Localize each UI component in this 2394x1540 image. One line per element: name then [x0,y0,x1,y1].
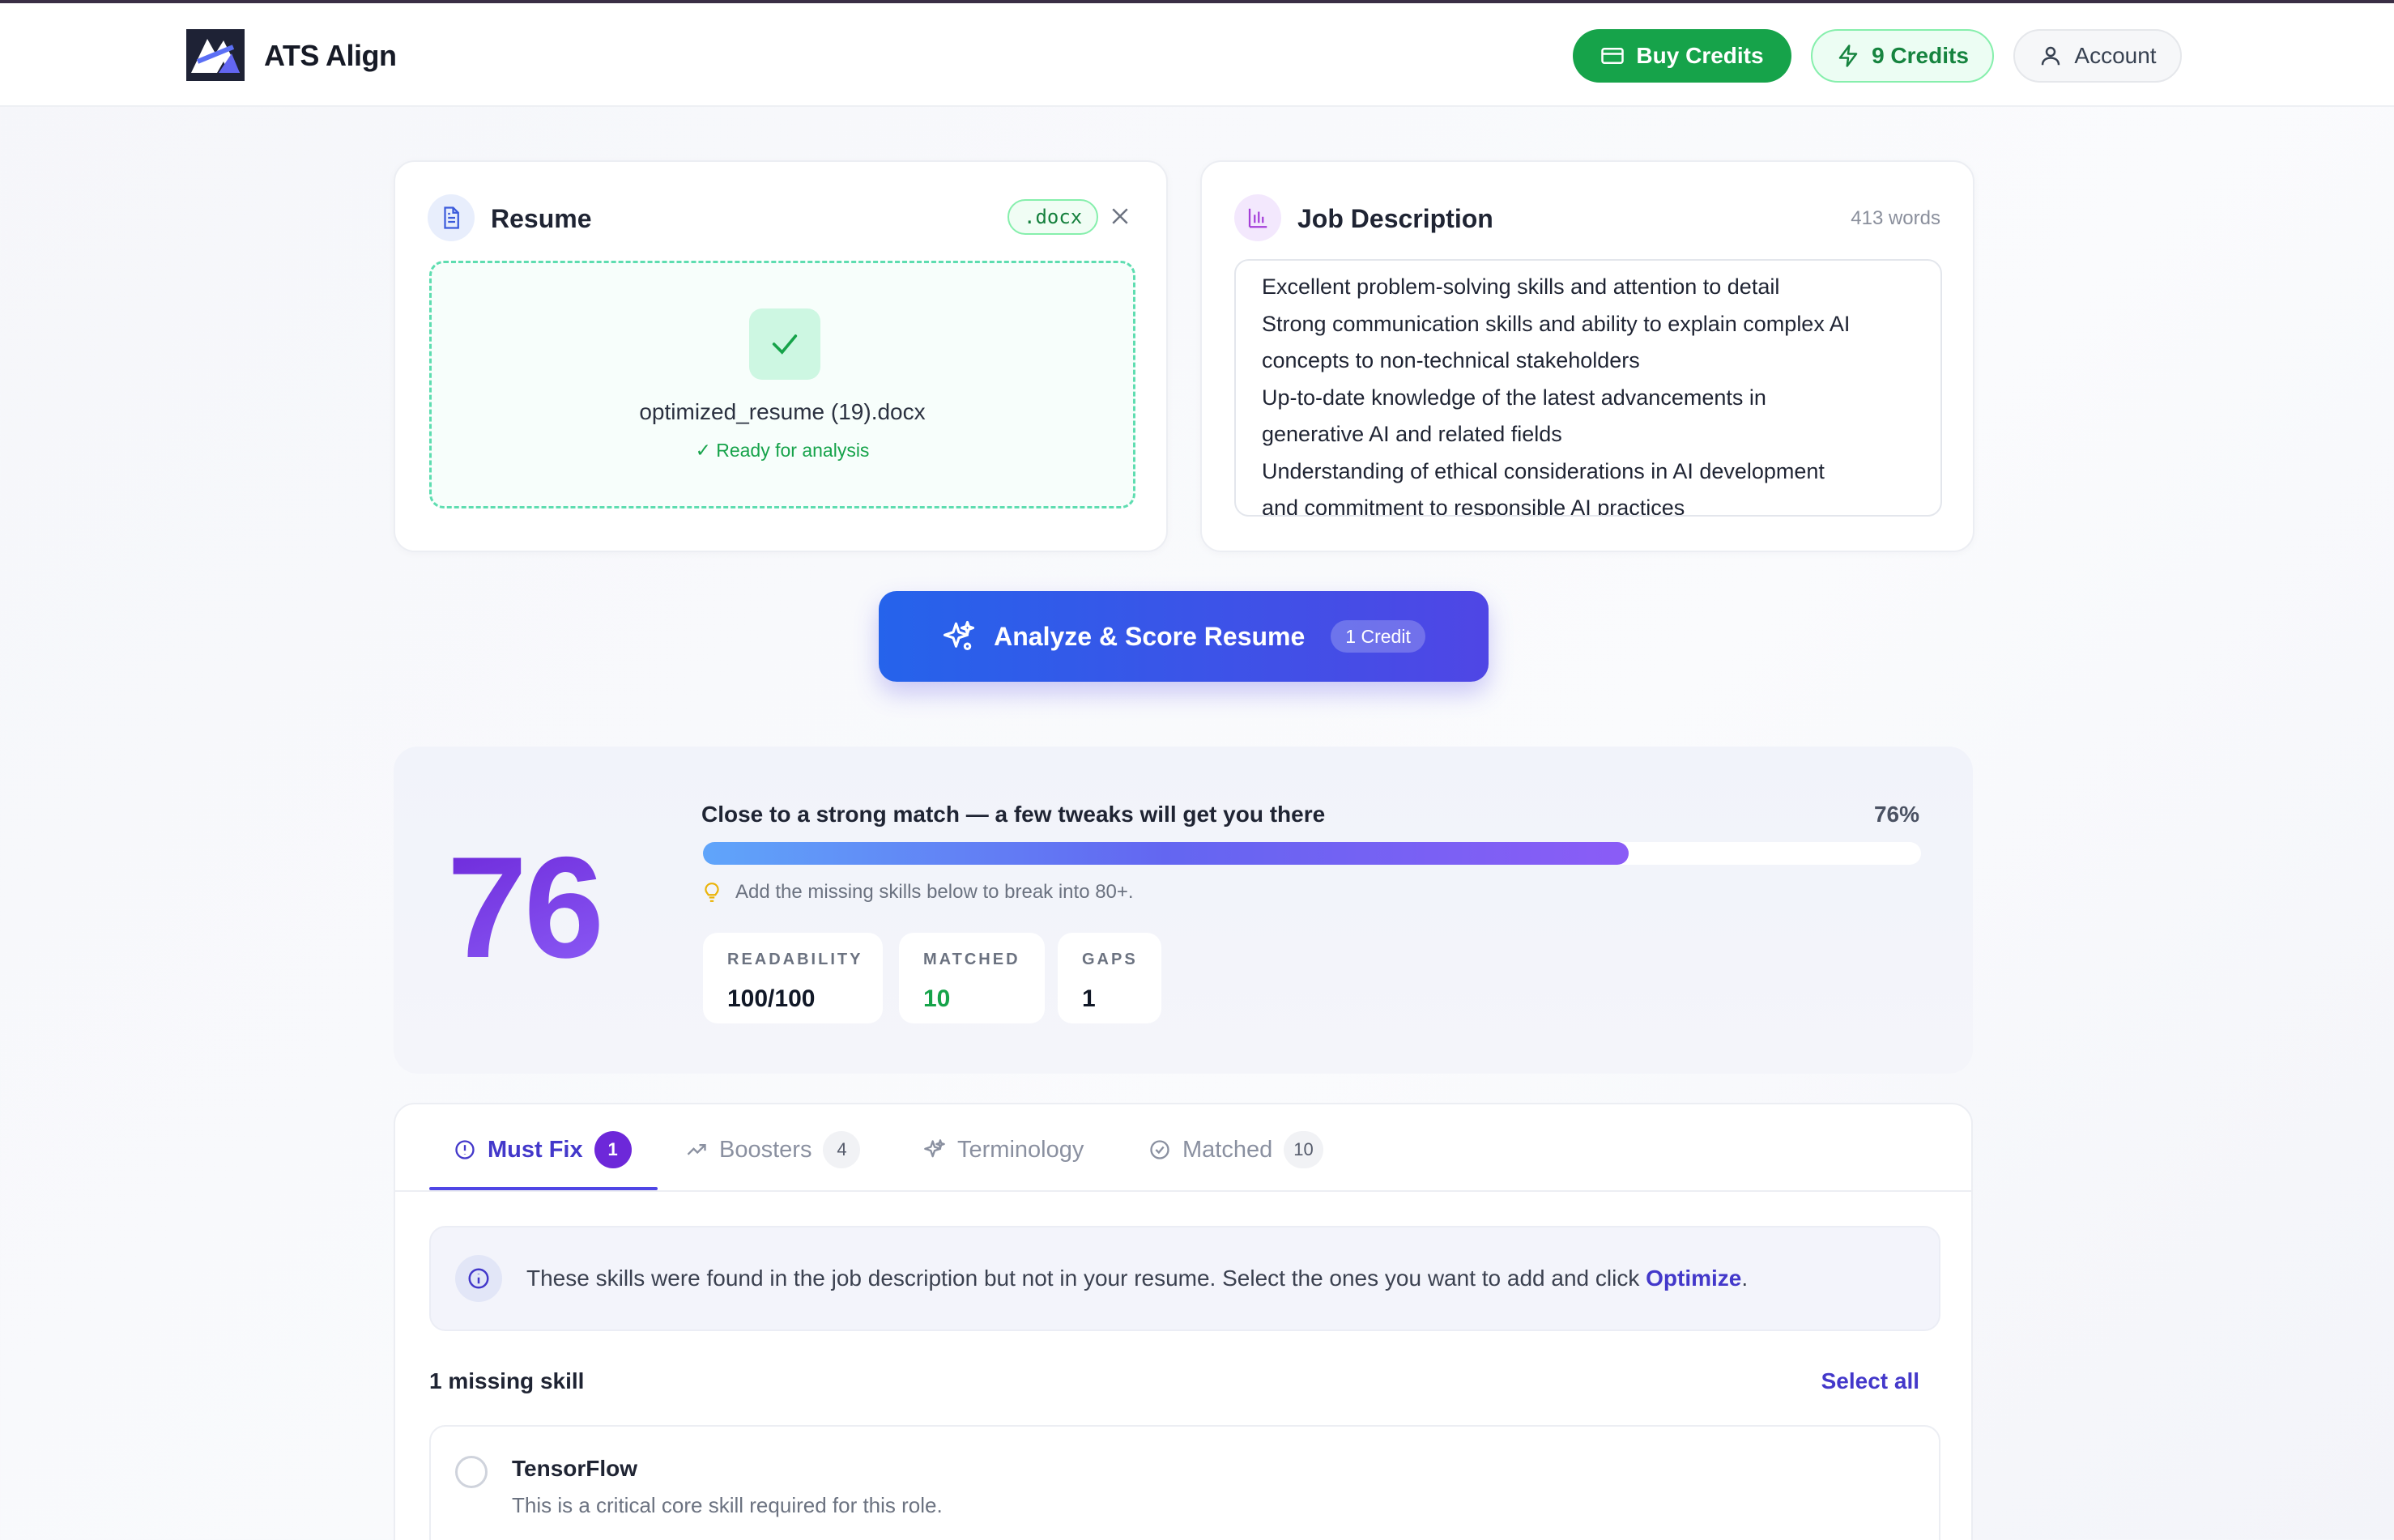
score-progress-bar [703,842,1921,865]
resume-title: Resume [491,204,592,233]
ats-align-logo-icon[interactable] [186,29,245,81]
results-tabs: Must Fix 1 Boosters 4 Terminology Matche… [395,1104,1971,1192]
buy-credits-button[interactable]: Buy Credits [1573,29,1791,83]
tab-must-fix-label: Must Fix [488,1136,583,1163]
tab-terminology[interactable]: Terminology [923,1129,1084,1171]
info-banner: These skills were found in the job descr… [429,1226,1940,1331]
matched-stat: MATCHED 10 [899,933,1045,1023]
resume-file-name: optimized_resume (19).docx [639,399,926,424]
tab-terminology-label: Terminology [957,1136,1084,1163]
account-label: Account [2074,43,2157,68]
info-icon-wrap [455,1255,502,1302]
jd-line: generative AI and related fields [1262,422,1562,446]
matched-label: MATCHED [923,951,1020,968]
matched-value: 10 [923,985,951,1012]
job-description-textarea[interactable]: Excellent problem-solving skills and att… [1234,259,1942,517]
close-icon[interactable] [1108,204,1132,228]
info-text-end: . [1741,1266,1749,1291]
resume-status: ✓ Ready for analysis [695,440,870,461]
app-header: ATS Align Buy Credits 9 Credits Account [0,3,2394,107]
document-icon [444,206,459,229]
tab-matched-count: 10 [1284,1131,1323,1168]
score-panel: 76 Close to a strong match — a few tweak… [394,747,1973,1074]
gaps-value: 1 [1082,985,1096,1012]
readability-value: 100/100 [727,985,816,1012]
tab-must-fix-count: 1 [594,1131,632,1168]
analyze-label: Analyze & Score Resume [994,621,1306,651]
account-button[interactable]: Account [2013,29,2182,83]
score-tip-text: Add the missing skills below to break in… [735,881,1134,903]
lightning-icon [1838,45,1858,67]
score-percent: 76% [1873,802,1919,827]
tab-matched-label: Matched [1182,1136,1273,1163]
sparkles-icon [944,620,975,650]
jd-line: Excellent problem-solving skills and att… [1262,274,1780,299]
info-text-body: These skills were found in the job descr… [526,1266,1646,1291]
jd-line: concepts to non-technical stakeholders [1262,348,1640,372]
readability-label: READABILITY [727,951,863,968]
alert-circle-icon [455,1140,475,1159]
upload-success-badge [749,308,820,380]
jd-line: and commitment to responsible AI practic… [1262,496,1685,517]
info-icon [468,1268,489,1289]
user-icon [2042,46,2060,66]
check-circle-icon [1150,1140,1169,1159]
word-count: 413 words [1851,207,1940,229]
trending-up-icon [687,1144,706,1155]
tab-boosters-count: 4 [823,1131,861,1168]
tab-boosters-label: Boosters [719,1136,812,1163]
lightbulb-icon [705,883,719,902]
skill-name: TensorFlow [512,1456,638,1481]
readability-stat: READABILITY 100/100 [703,933,883,1023]
credits-balance-button[interactable]: 9 Credits [1811,29,1994,83]
tab-boosters[interactable]: Boosters 4 [685,1129,861,1171]
credit-card-icon [1601,48,1625,64]
check-icon [772,334,798,355]
resume-icon-wrap [428,194,475,241]
analyze-score-button[interactable]: Analyze & Score Resume 1 Credit [879,591,1489,682]
jd-line: Up-to-date knowledge of the latest advan… [1262,385,1766,410]
tab-must-fix[interactable]: Must Fix 1 [454,1129,632,1171]
brand-name[interactable]: ATS Align [264,39,397,73]
tab-matched[interactable]: Matched 10 [1148,1129,1323,1171]
job-description-card: Job Description 413 words Excellent prob… [1200,160,1974,552]
jd-line: Understanding of ethical considerations … [1262,458,1825,483]
optimize-link[interactable]: Optimize [1646,1266,1741,1291]
missing-skills-heading: 1 missing skill [429,1368,585,1393]
gaps-label: GAPS [1082,951,1138,968]
skill-description: This is a critical core skill required f… [512,1493,943,1517]
score-headline: Close to a strong match — a few tweaks w… [701,802,1326,827]
select-all-button[interactable]: Select all [1821,1368,1919,1394]
gaps-stat: GAPS 1 [1058,933,1161,1023]
job-description-title: Job Description [1297,204,1493,233]
score-value: 76 [447,827,604,988]
file-type-badge: .docx [1007,199,1099,235]
info-text: These skills were found in the job descr… [526,1266,1748,1291]
jd-line: Strong communication skills and ability … [1262,311,1851,336]
credit-cost-badge: 1 Credit [1331,620,1425,653]
buy-credits-label: Buy Credits [1636,43,1764,68]
score-progress-fill [703,842,1629,865]
active-tab-indicator [429,1187,658,1190]
list-item[interactable]: TensorFlow This is a critical core skill… [429,1425,1940,1540]
skill-select-radio[interactable] [455,1456,488,1488]
sparkles-icon [924,1139,945,1158]
resume-dropzone[interactable]: optimized_resume (19).docx ✓ Ready for a… [429,261,1135,508]
credits-balance-label: 9 Credits [1872,43,1969,68]
bar-chart-icon [1248,208,1267,228]
resume-card: Resume .docx optimized_resume (19).docx … [394,160,1168,552]
job-description-icon-wrap [1234,194,1281,241]
results-panel: Must Fix 1 Boosters 4 Terminology Matche… [394,1103,1973,1540]
score-tip: Add the missing skills below to break in… [701,881,1134,904]
